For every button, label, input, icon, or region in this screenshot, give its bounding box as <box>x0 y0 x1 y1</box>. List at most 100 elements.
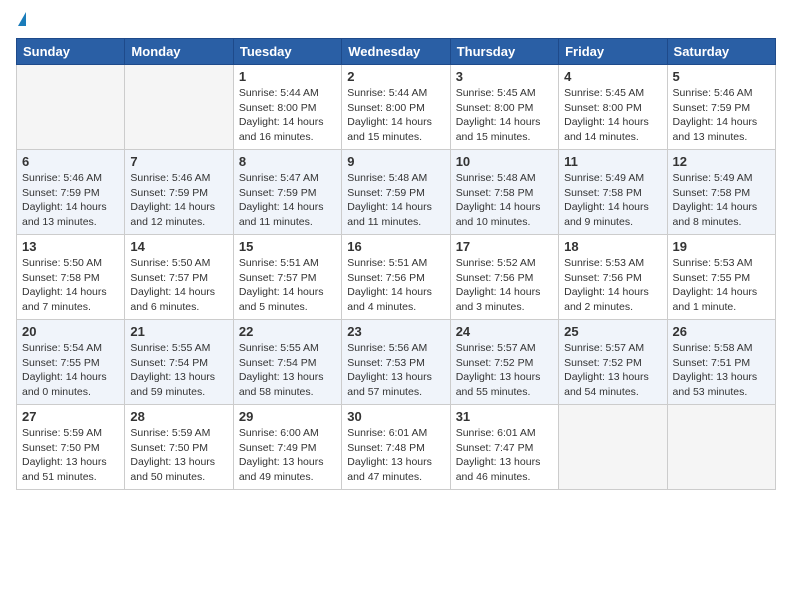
day-info: Sunrise: 5:56 AM Sunset: 7:53 PM Dayligh… <box>347 341 444 400</box>
day-number: 21 <box>130 324 227 339</box>
day-info: Sunrise: 5:53 AM Sunset: 7:55 PM Dayligh… <box>673 256 770 315</box>
calendar-week-row: 1 Sunrise: 5:44 AM Sunset: 8:00 PM Daylig… <box>17 65 776 150</box>
day-info: Sunrise: 5:46 AM Sunset: 7:59 PM Dayligh… <box>130 171 227 230</box>
day-info: Sunrise: 5:52 AM Sunset: 7:56 PM Dayligh… <box>456 256 553 315</box>
day-number: 27 <box>22 409 119 424</box>
calendar-weekday-header: Thursday <box>450 39 558 65</box>
calendar-weekday-header: Monday <box>125 39 233 65</box>
calendar-day-cell: 17 Sunrise: 5:52 AM Sunset: 7:56 PM Dayli… <box>450 235 558 320</box>
calendar-table: SundayMondayTuesdayWednesdayThursdayFrid… <box>16 38 776 490</box>
logo <box>16 16 26 30</box>
page-header <box>16 16 776 30</box>
day-info: Sunrise: 5:58 AM Sunset: 7:51 PM Dayligh… <box>673 341 770 400</box>
calendar-day-cell: 16Sunrise: 5:51 AM Sunset: 7:56 PM Dayli… <box>342 235 450 320</box>
day-number: 26 <box>673 324 770 339</box>
calendar-day-cell: 24 Sunrise: 5:57 AM Sunset: 7:52 PM Dayli… <box>450 320 558 405</box>
day-number: 19 <box>673 239 770 254</box>
day-number: 30 <box>347 409 444 424</box>
calendar-day-cell: 19 Sunrise: 5:53 AM Sunset: 7:55 PM Dayli… <box>667 235 775 320</box>
day-number: 12 <box>673 154 770 169</box>
calendar-week-row: 20Sunrise: 5:54 AM Sunset: 7:55 PM Dayli… <box>17 320 776 405</box>
calendar-day-cell: 5 Sunrise: 5:46 AM Sunset: 7:59 PM Daylig… <box>667 65 775 150</box>
day-number: 22 <box>239 324 336 339</box>
day-info: Sunrise: 5:46 AM Sunset: 7:59 PM Dayligh… <box>673 86 770 145</box>
calendar-weekday-header: Tuesday <box>233 39 341 65</box>
day-info: Sunrise: 6:01 AM Sunset: 7:48 PM Dayligh… <box>347 426 444 485</box>
logo-icon <box>18 12 26 26</box>
day-info: Sunrise: 5:46 AM Sunset: 7:59 PM Dayligh… <box>22 171 119 230</box>
calendar-day-cell: 20Sunrise: 5:54 AM Sunset: 7:55 PM Dayli… <box>17 320 125 405</box>
calendar-day-cell: 7 Sunrise: 5:46 AM Sunset: 7:59 PM Daylig… <box>125 150 233 235</box>
calendar-week-row: 13 Sunrise: 5:50 AM Sunset: 7:58 PM Dayli… <box>17 235 776 320</box>
day-number: 31 <box>456 409 553 424</box>
calendar-day-cell: 21 Sunrise: 5:55 AM Sunset: 7:54 PM Dayli… <box>125 320 233 405</box>
day-info: Sunrise: 5:55 AM Sunset: 7:54 PM Dayligh… <box>239 341 336 400</box>
calendar-day-cell: 22 Sunrise: 5:55 AM Sunset: 7:54 PM Dayli… <box>233 320 341 405</box>
calendar-day-cell: 14 Sunrise: 5:50 AM Sunset: 7:57 PM Dayli… <box>125 235 233 320</box>
calendar-week-row: 6 Sunrise: 5:46 AM Sunset: 7:59 PM Daylig… <box>17 150 776 235</box>
day-info: Sunrise: 5:45 AM Sunset: 8:00 PM Dayligh… <box>564 86 661 145</box>
day-number: 25 <box>564 324 661 339</box>
calendar-day-cell: 12 Sunrise: 5:49 AM Sunset: 7:58 PM Dayli… <box>667 150 775 235</box>
day-number: 1 <box>239 69 336 84</box>
calendar-day-cell: 18Sunrise: 5:53 AM Sunset: 7:56 PM Dayli… <box>559 235 667 320</box>
day-number: 7 <box>130 154 227 169</box>
day-info: Sunrise: 5:53 AM Sunset: 7:56 PM Dayligh… <box>564 256 661 315</box>
day-number: 14 <box>130 239 227 254</box>
calendar-day-cell: 9Sunrise: 5:48 AM Sunset: 7:59 PM Daylig… <box>342 150 450 235</box>
day-number: 23 <box>347 324 444 339</box>
day-number: 6 <box>22 154 119 169</box>
day-number: 4 <box>564 69 661 84</box>
day-info: Sunrise: 5:50 AM Sunset: 7:57 PM Dayligh… <box>130 256 227 315</box>
calendar-day-cell: 11 Sunrise: 5:49 AM Sunset: 7:58 PM Dayli… <box>559 150 667 235</box>
day-info: Sunrise: 5:54 AM Sunset: 7:55 PM Dayligh… <box>22 341 119 400</box>
day-number: 2 <box>347 69 444 84</box>
day-info: Sunrise: 5:57 AM Sunset: 7:52 PM Dayligh… <box>456 341 553 400</box>
calendar-day-cell: 26 Sunrise: 5:58 AM Sunset: 7:51 PM Dayli… <box>667 320 775 405</box>
day-info: Sunrise: 5:55 AM Sunset: 7:54 PM Dayligh… <box>130 341 227 400</box>
calendar-week-row: 27 Sunrise: 5:59 AM Sunset: 7:50 PM Dayli… <box>17 405 776 490</box>
day-number: 11 <box>564 154 661 169</box>
calendar-day-cell <box>17 65 125 150</box>
calendar-body: 1 Sunrise: 5:44 AM Sunset: 8:00 PM Daylig… <box>17 65 776 490</box>
day-info: Sunrise: 5:48 AM Sunset: 7:58 PM Dayligh… <box>456 171 553 230</box>
calendar-day-cell: 4 Sunrise: 5:45 AM Sunset: 8:00 PM Daylig… <box>559 65 667 150</box>
calendar-day-cell: 31 Sunrise: 6:01 AM Sunset: 7:47 PM Dayli… <box>450 405 558 490</box>
calendar-day-cell: 6 Sunrise: 5:46 AM Sunset: 7:59 PM Daylig… <box>17 150 125 235</box>
calendar-weekday-header: Friday <box>559 39 667 65</box>
day-number: 10 <box>456 154 553 169</box>
day-number: 13 <box>22 239 119 254</box>
calendar-day-cell: 27 Sunrise: 5:59 AM Sunset: 7:50 PM Dayli… <box>17 405 125 490</box>
calendar-day-cell <box>125 65 233 150</box>
calendar-day-cell <box>559 405 667 490</box>
calendar-weekday-header: Wednesday <box>342 39 450 65</box>
day-info: Sunrise: 5:44 AM Sunset: 8:00 PM Dayligh… <box>239 86 336 145</box>
calendar-day-cell: 13 Sunrise: 5:50 AM Sunset: 7:58 PM Dayli… <box>17 235 125 320</box>
day-info: Sunrise: 5:51 AM Sunset: 7:57 PM Dayligh… <box>239 256 336 315</box>
calendar-day-cell: 8Sunrise: 5:47 AM Sunset: 7:59 PM Daylig… <box>233 150 341 235</box>
calendar-day-cell: 30 Sunrise: 6:01 AM Sunset: 7:48 PM Dayli… <box>342 405 450 490</box>
day-info: Sunrise: 5:50 AM Sunset: 7:58 PM Dayligh… <box>22 256 119 315</box>
calendar-day-cell: 15 Sunrise: 5:51 AM Sunset: 7:57 PM Dayli… <box>233 235 341 320</box>
day-number: 5 <box>673 69 770 84</box>
day-number: 16 <box>347 239 444 254</box>
calendar-day-cell: 23 Sunrise: 5:56 AM Sunset: 7:53 PM Dayli… <box>342 320 450 405</box>
day-number: 24 <box>456 324 553 339</box>
calendar-day-cell: 2 Sunrise: 5:44 AM Sunset: 8:00 PM Daylig… <box>342 65 450 150</box>
day-number: 15 <box>239 239 336 254</box>
day-number: 3 <box>456 69 553 84</box>
day-number: 28 <box>130 409 227 424</box>
day-info: Sunrise: 6:00 AM Sunset: 7:49 PM Dayligh… <box>239 426 336 485</box>
day-number: 17 <box>456 239 553 254</box>
calendar-day-cell: 29Sunrise: 6:00 AM Sunset: 7:49 PM Dayli… <box>233 405 341 490</box>
day-info: Sunrise: 5:59 AM Sunset: 7:50 PM Dayligh… <box>22 426 119 485</box>
day-info: Sunrise: 5:47 AM Sunset: 7:59 PM Dayligh… <box>239 171 336 230</box>
calendar-weekday-header: Sunday <box>17 39 125 65</box>
calendar-weekday-header: Saturday <box>667 39 775 65</box>
calendar-day-cell: 3Sunrise: 5:45 AM Sunset: 8:00 PM Daylig… <box>450 65 558 150</box>
day-info: Sunrise: 6:01 AM Sunset: 7:47 PM Dayligh… <box>456 426 553 485</box>
day-info: Sunrise: 5:49 AM Sunset: 7:58 PM Dayligh… <box>673 171 770 230</box>
day-info: Sunrise: 5:49 AM Sunset: 7:58 PM Dayligh… <box>564 171 661 230</box>
day-info: Sunrise: 5:44 AM Sunset: 8:00 PM Dayligh… <box>347 86 444 145</box>
calendar-day-cell: 1 Sunrise: 5:44 AM Sunset: 8:00 PM Daylig… <box>233 65 341 150</box>
